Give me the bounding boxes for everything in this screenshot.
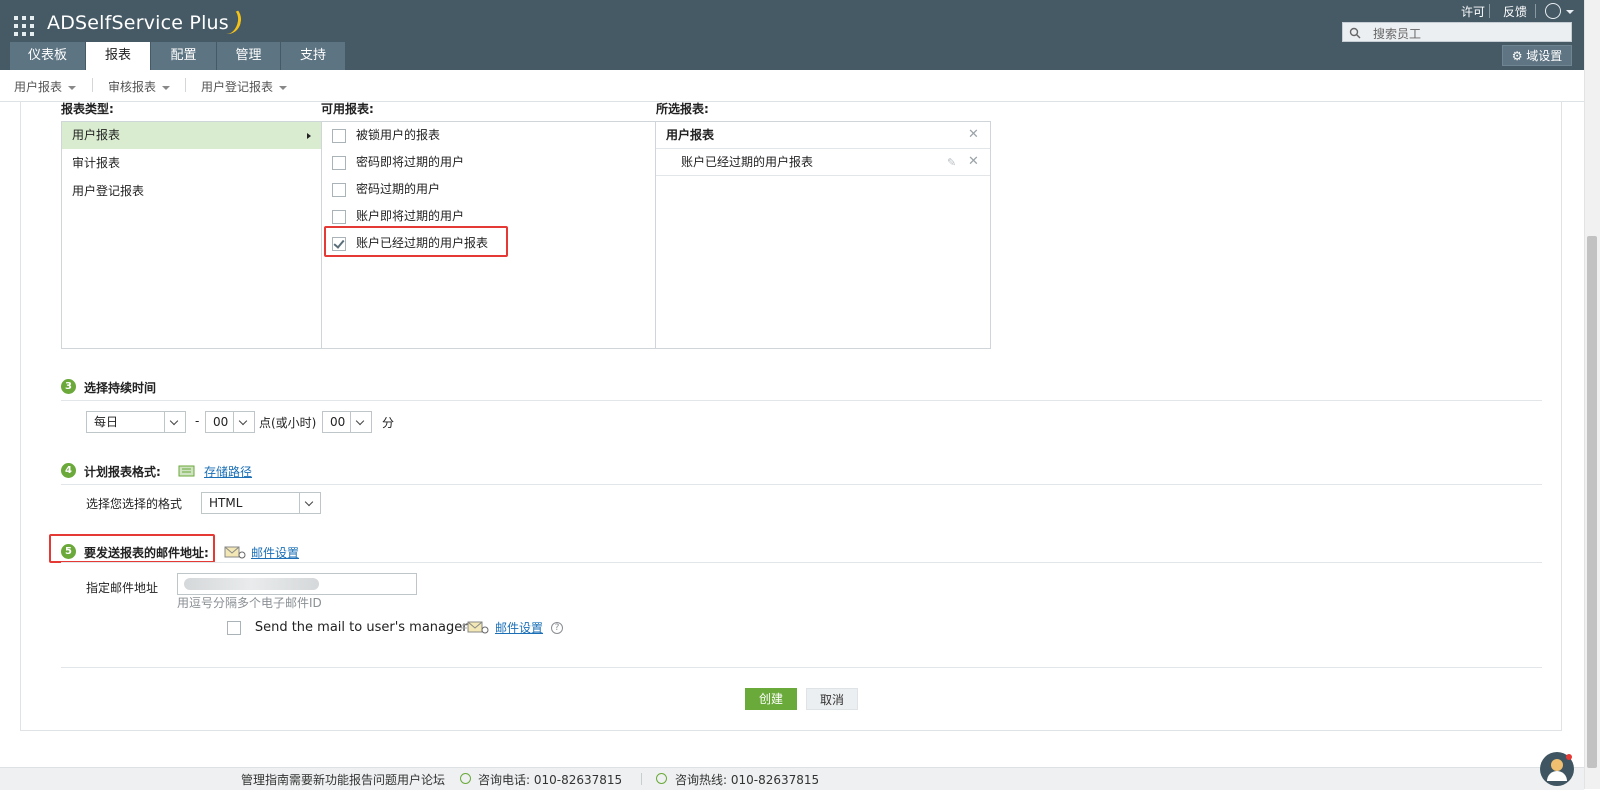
mail-settings-icon [461,621,489,634]
hour-label: 点(或小时) [259,416,317,430]
available-report-item[interactable]: 密码过期的用户 [332,176,440,203]
email-address-input[interactable] [177,573,417,595]
close-icon[interactable]: ✕ [968,127,979,142]
format-select[interactable]: HTML [201,492,321,514]
help-icon[interactable]: ? [551,622,563,634]
mail-settings-link[interactable]: 邮件设置 [251,544,299,561]
phone-number: 咨询电话: 010-82637815 [478,773,623,787]
step-5-badge: 5 [61,544,76,559]
report-type-user[interactable]: 用户报表 [62,122,321,149]
search-icon [1349,27,1361,39]
hour-select[interactable]: 00 [205,411,255,433]
available-report-item[interactable]: 被锁用户的报表 [332,122,440,149]
highlight-box [324,226,508,257]
edit-pencil-icon[interactable]: ✎ [947,156,956,169]
report-checkbox[interactable] [332,209,346,224]
minute-label: 分 [382,416,395,430]
dash-separator: - [195,414,200,428]
report-type-list: 用户报表 审计报表 用户登记报表 [61,121,322,349]
report-format-title: 计划报表格式: [84,465,161,479]
chevron-down-icon [162,85,171,90]
report-checkbox[interactable] [332,155,346,170]
hotline-number: 咨询热线: 010-82637815 [675,773,820,787]
report-type-label: 报表类型: [61,102,114,116]
chevron-down-icon [299,493,320,513]
support-chat-icon[interactable] [1540,752,1574,786]
app-logo: ADSelfService Plus [47,12,229,34]
selected-report-item: 账户已经过期的用户报表 [656,149,990,176]
footer-divider [641,773,642,785]
gear-icon: ⚙ [1511,49,1523,63]
chevron-down-icon [164,412,185,432]
duration-title: 选择持续时间 [84,381,157,395]
manager-checkbox[interactable] [227,620,241,635]
minute-select[interactable]: 00 [322,411,372,433]
remove-icon[interactable]: ✕ [968,154,979,169]
selected-reports-label: 所选报表: [656,102,709,116]
email-section-title: 要发送报表的邮件地址: [84,546,209,560]
sub-navigation: 用户报表 审核报表 用户登记报表 [0,70,1584,102]
subnav-divider [185,78,186,92]
phone-icon [656,773,667,784]
license-link[interactable]: 许可 [1461,3,1485,20]
app-header: ADSelfService Plus 许可 反馈 搜索员工 仪表板 报表 配置 … [0,0,1584,70]
header-divider [1535,4,1536,18]
tab-admin[interactable]: 管理 [217,42,281,70]
search-placeholder: 搜索员工 [1373,27,1422,41]
tab-dashboard[interactable]: 仪表板 [10,42,86,70]
step-4-badge: 4 [61,463,76,478]
section-divider [61,400,1542,401]
create-button[interactable]: 创建 [745,688,797,710]
section-divider [61,484,1542,485]
manager-mail-settings-link[interactable]: 邮件设置 [495,619,543,636]
redacted-email [184,578,319,590]
step-3-badge: 3 [61,379,76,394]
subnav-divider [92,78,93,92]
scrollbar-thumb[interactable] [1587,236,1597,768]
cancel-button[interactable]: 取消 [806,688,858,710]
chevron-down-icon[interactable] [1566,10,1574,14]
format-label: 选择您选择的格式 [86,497,183,511]
domain-settings-button[interactable]: ⚙ 域设置 [1502,45,1572,66]
selected-group-header: 用户报表 [656,122,990,149]
manager-checkbox-label: Send the mail to user's manager. [254,620,471,635]
footer-bar: 管理指南需要新功能报告问题用户论坛 咨询电话: 010-82637815 咨询热… [0,767,1584,790]
manager-checkbox-row[interactable]: Send the mail to user's manager. [227,620,471,635]
mail-settings-icon [224,546,246,559]
report-type-audit[interactable]: 审计报表 [62,150,321,177]
footer-links[interactable]: 管理指南需要新功能报告问题用户论坛 [241,771,445,788]
arrow-right-icon [307,133,311,139]
feedback-link[interactable]: 反馈 [1503,3,1527,20]
chevron-down-icon [68,85,77,90]
subnav-enrollment-reports[interactable]: 用户登记报表 [201,78,288,95]
email-hint: 用逗号分隔多个电子邮件ID [177,596,322,610]
subnav-audit-reports[interactable]: 审核报表 [108,78,171,95]
app-grid-icon[interactable] [14,16,34,36]
storage-path-link[interactable]: 存储路径 [204,463,252,480]
tab-reports[interactable]: 报表 [86,42,151,70]
section-divider [61,562,1542,563]
chevron-down-icon [350,412,371,432]
tab-support[interactable]: 支持 [281,42,346,70]
report-type-enrollment[interactable]: 用户登记报表 [62,178,321,205]
frequency-select[interactable]: 每日 [86,411,186,433]
header-divider [1489,4,1490,18]
selected-reports-list: 用户报表 ✕ 账户已经过期的用户报表 ✎ ✕ [655,121,991,349]
report-checkbox[interactable] [332,128,346,143]
tab-configuration[interactable]: 配置 [151,42,217,70]
search-employee-input[interactable]: 搜索员工 [1342,22,1572,42]
chevron-down-icon [279,85,288,90]
subnav-user-reports[interactable]: 用户报表 [14,78,77,95]
chevron-down-icon [233,412,254,432]
user-avatar-icon[interactable] [1545,3,1561,19]
storage-icon [178,465,195,477]
report-checkbox[interactable] [332,182,346,197]
email-label: 指定邮件地址 [86,581,159,595]
available-report-item[interactable]: 密码即将过期的用户 [332,149,464,176]
domain-settings-label: 域设置 [1526,49,1563,63]
phone-icon [460,773,471,784]
section-divider [61,667,1542,668]
available-reports-label: 可用报表: [321,102,374,116]
